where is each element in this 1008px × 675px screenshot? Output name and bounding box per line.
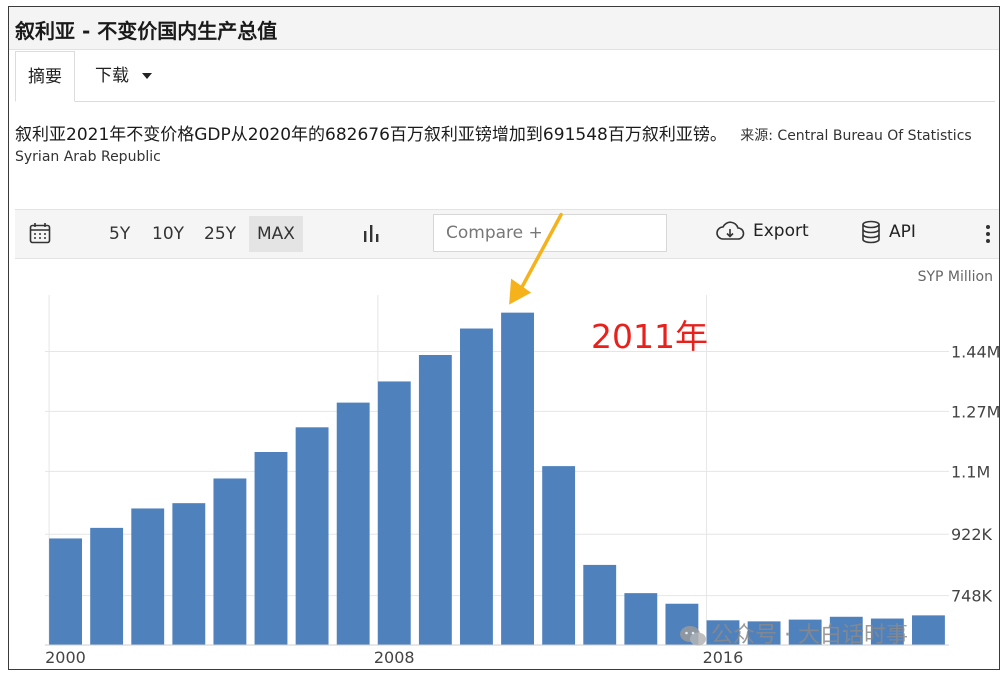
annotation-arrow-shaft [519,212,563,291]
wechat-icon [680,626,706,646]
bar-2009[interactable] [418,354,452,645]
bar-2002[interactable] [131,508,165,645]
bar-2012[interactable] [542,466,576,645]
y-tick-label: 1.27M [951,402,999,421]
chart-frame: 叙利亚 - 不变价国内生产总值 摘要 下载 叙利亚2021年不变价格GDP从20… [8,6,1000,670]
annotation-label: 2011年 [591,317,708,356]
bar-2008[interactable] [377,381,411,645]
bar-2001[interactable] [90,527,124,645]
x-tick-label: 2000 [45,648,86,667]
y-tick-label: 1.44M [951,342,999,361]
x-tick-label: 2016 [703,648,744,667]
bar-2014[interactable] [624,593,658,645]
bar-2007[interactable] [336,402,370,645]
bar-2011[interactable] [501,312,534,645]
bar-2010[interactable] [460,328,493,645]
watermark-text: 公众号 · 大白话时事 [711,623,908,648]
bar-2004[interactable] [213,478,247,645]
bar-2005[interactable] [254,452,288,645]
y-tick-label: 1.1M [951,462,990,481]
annotation-arrow-head [509,278,532,305]
y-tick-label: 748K [951,587,993,606]
bar-2006[interactable] [295,427,329,645]
bar-2000[interactable] [49,538,82,645]
y-tick-label: 922K [951,525,993,544]
annotation-arrow [509,212,563,305]
watermark: 公众号 · 大白话时事 [679,617,908,649]
bar-2013[interactable] [583,564,617,645]
bar-chart: 748K 922K 1.1M 1.27M 1.44M 2000 2008 2016 [45,212,999,667]
x-tick-label: 2008 [374,648,415,667]
bar-2003[interactable] [172,503,206,645]
bar-2021[interactable] [912,615,945,645]
